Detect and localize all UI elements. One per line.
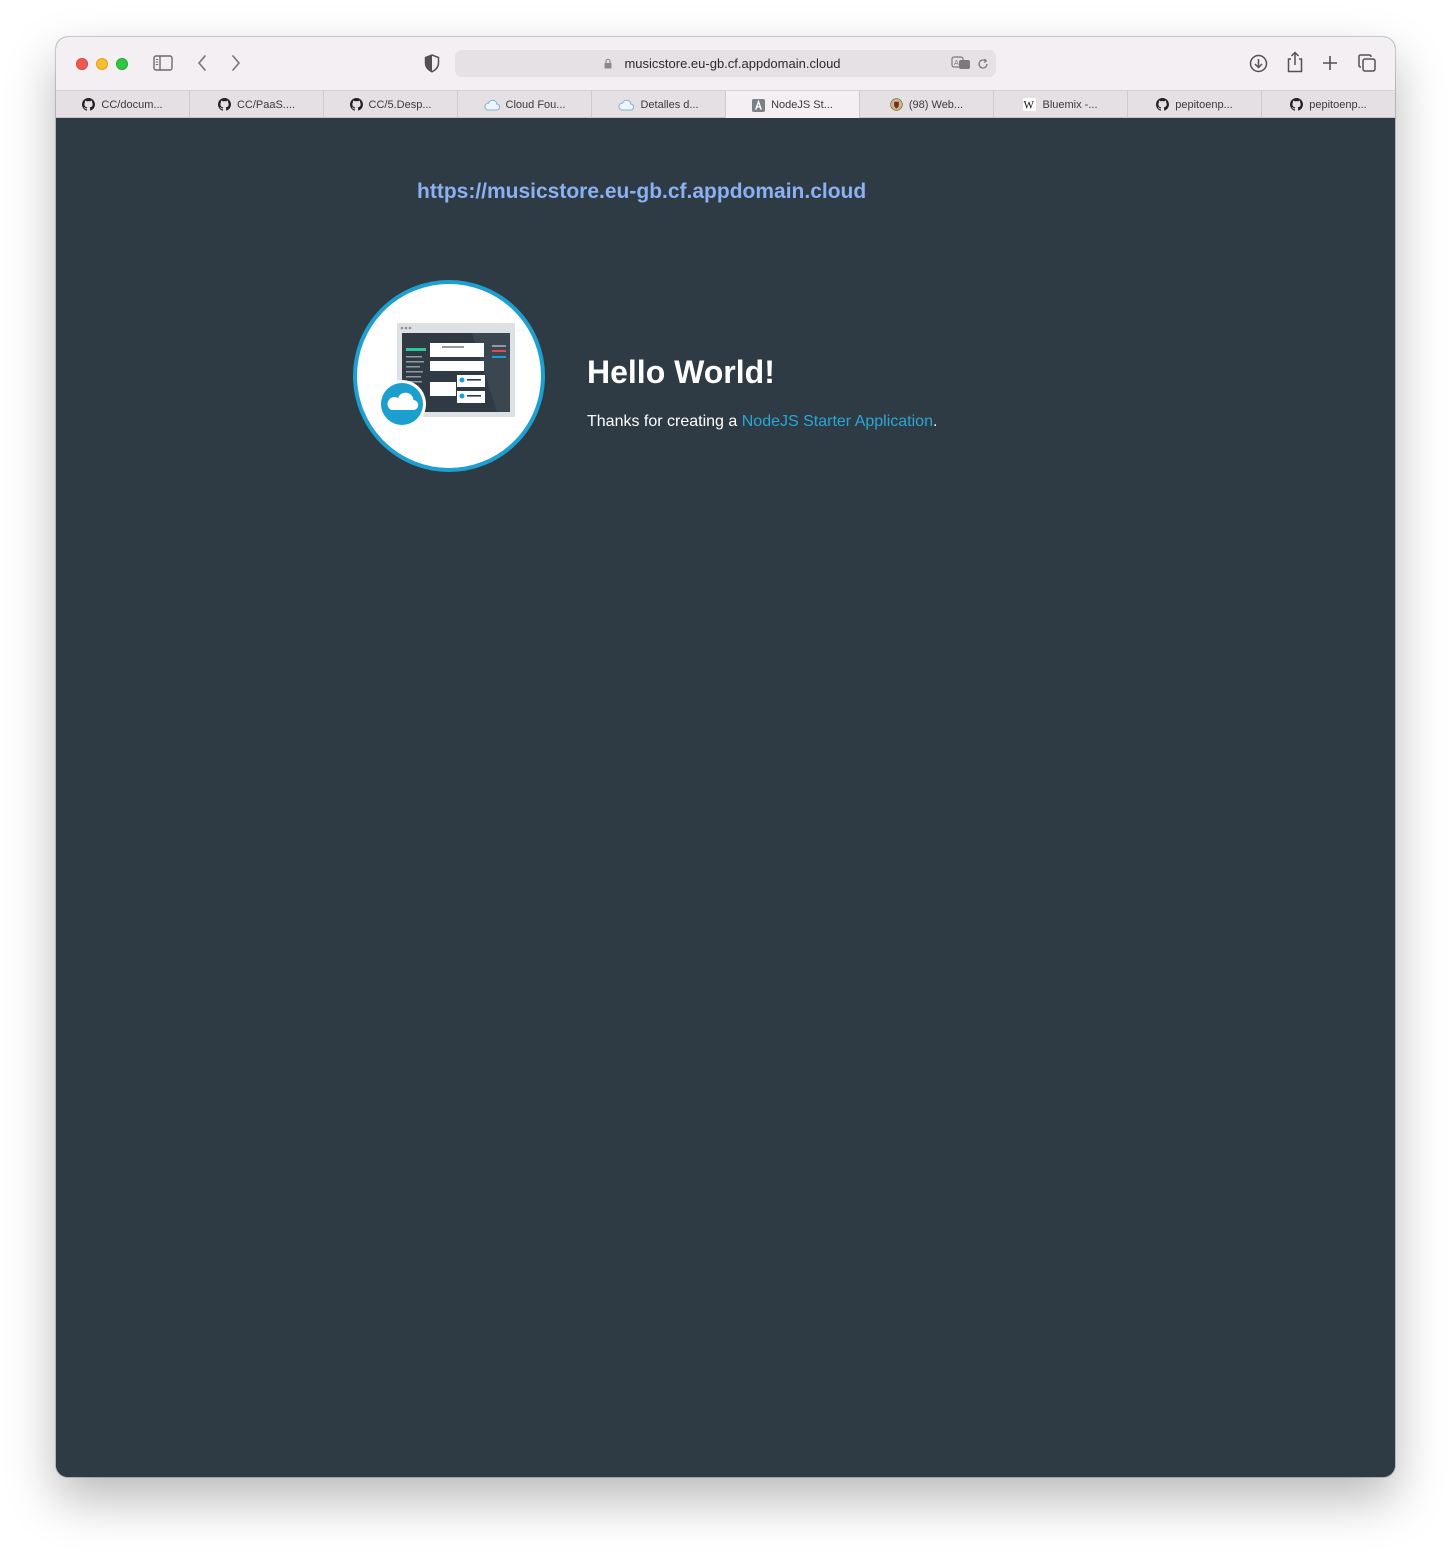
reload-icon[interactable]	[977, 58, 989, 70]
github-icon	[217, 98, 231, 111]
wikipedia-icon: W	[1023, 98, 1037, 111]
github-icon	[1156, 98, 1170, 111]
github-icon	[82, 98, 96, 111]
tab-label: CC/docum...	[101, 98, 163, 111]
downloads-icon[interactable]	[1249, 54, 1268, 73]
tab-cc-paas[interactable]: CC/PaaS....	[190, 91, 324, 118]
browser-toolbar: musicstore.eu-gb.cf.appdomain.cloud A	[56, 37, 1395, 90]
tab-label: pepitoenp...	[1309, 98, 1367, 111]
minimize-window-button[interactable]	[96, 58, 108, 70]
tab-98-web[interactable]: (98) Web...	[860, 91, 994, 118]
tab-label: Cloud Fou...	[505, 98, 566, 111]
hello-heading: Hello World!	[587, 354, 775, 390]
tab-cc-docum[interactable]: CC/docum...	[56, 91, 190, 118]
address-bar[interactable]: musicstore.eu-gb.cf.appdomain.cloud A	[455, 50, 996, 77]
thanks-prefix: Thanks for creating a	[587, 413, 742, 430]
tab-label: CC/PaaS....	[236, 98, 296, 111]
tab-cloud-foundry[interactable]: Cloud Fou...	[458, 91, 592, 118]
tab-label: (98) Web...	[908, 98, 964, 111]
browser-window: musicstore.eu-gb.cf.appdomain.cloud A CC…	[56, 37, 1395, 1477]
sidebar-toggle-icon[interactable]	[153, 55, 173, 71]
svg-text:A: A	[954, 59, 959, 67]
address-text[interactable]: musicstore.eu-gb.cf.appdomain.cloud	[455, 50, 996, 77]
cloud-icon	[618, 99, 635, 110]
forward-icon[interactable]	[230, 54, 242, 72]
privacy-shield-icon[interactable]	[424, 54, 440, 73]
close-window-button[interactable]	[76, 58, 88, 70]
tab-label: pepitoenp...	[1175, 98, 1233, 111]
new-tab-icon[interactable]	[1323, 56, 1337, 70]
tab-pepitoenp-2[interactable]: pepitoenp...	[1262, 91, 1395, 118]
nodejs-starter-link[interactable]: NodeJS Starter Application	[742, 413, 933, 430]
app-illustration-icon	[353, 280, 545, 472]
cloud-icon	[483, 99, 500, 110]
tab-bluemix[interactable]: W Bluemix -...	[994, 91, 1128, 118]
thanks-suffix: .	[932, 413, 938, 430]
github-icon	[349, 98, 363, 111]
translate-icon[interactable]: A	[951, 56, 971, 70]
svg-text:W: W	[1024, 100, 1035, 111]
tab-nodejs-starter[interactable]: NodeJS St...	[726, 91, 860, 119]
tab-label: CC/5.Desp...	[368, 98, 432, 111]
site-url-link[interactable]: https://musicstore.eu-gb.cf.appdomain.cl…	[417, 180, 866, 204]
tab-pepitoenp-1[interactable]: pepitoenp...	[1128, 91, 1262, 118]
tab-detalles[interactable]: Detalles d...	[592, 91, 726, 118]
tab-label: NodeJS St...	[771, 99, 833, 111]
letter-a-icon	[752, 98, 766, 112]
thanks-text: Thanks for creating a NodeJS Starter App…	[587, 413, 937, 431]
tab-overview-icon[interactable]	[1358, 54, 1376, 72]
page-content: https://musicstore.eu-gb.cf.appdomain.cl…	[56, 118, 1395, 1477]
zoom-window-button[interactable]	[116, 58, 128, 70]
share-icon[interactable]	[1287, 51, 1303, 73]
github-icon	[1290, 98, 1304, 111]
tab-label: Bluemix -...	[1042, 98, 1098, 111]
tab-bar: CC/docum... CC/PaaS.... CC/5.Desp... Clo…	[56, 90, 1395, 119]
tab-label: Detalles d...	[640, 98, 699, 111]
tab-cc-5-desp[interactable]: CC/5.Desp...	[324, 91, 458, 118]
crest-icon	[890, 98, 903, 111]
back-icon[interactable]	[196, 54, 208, 72]
